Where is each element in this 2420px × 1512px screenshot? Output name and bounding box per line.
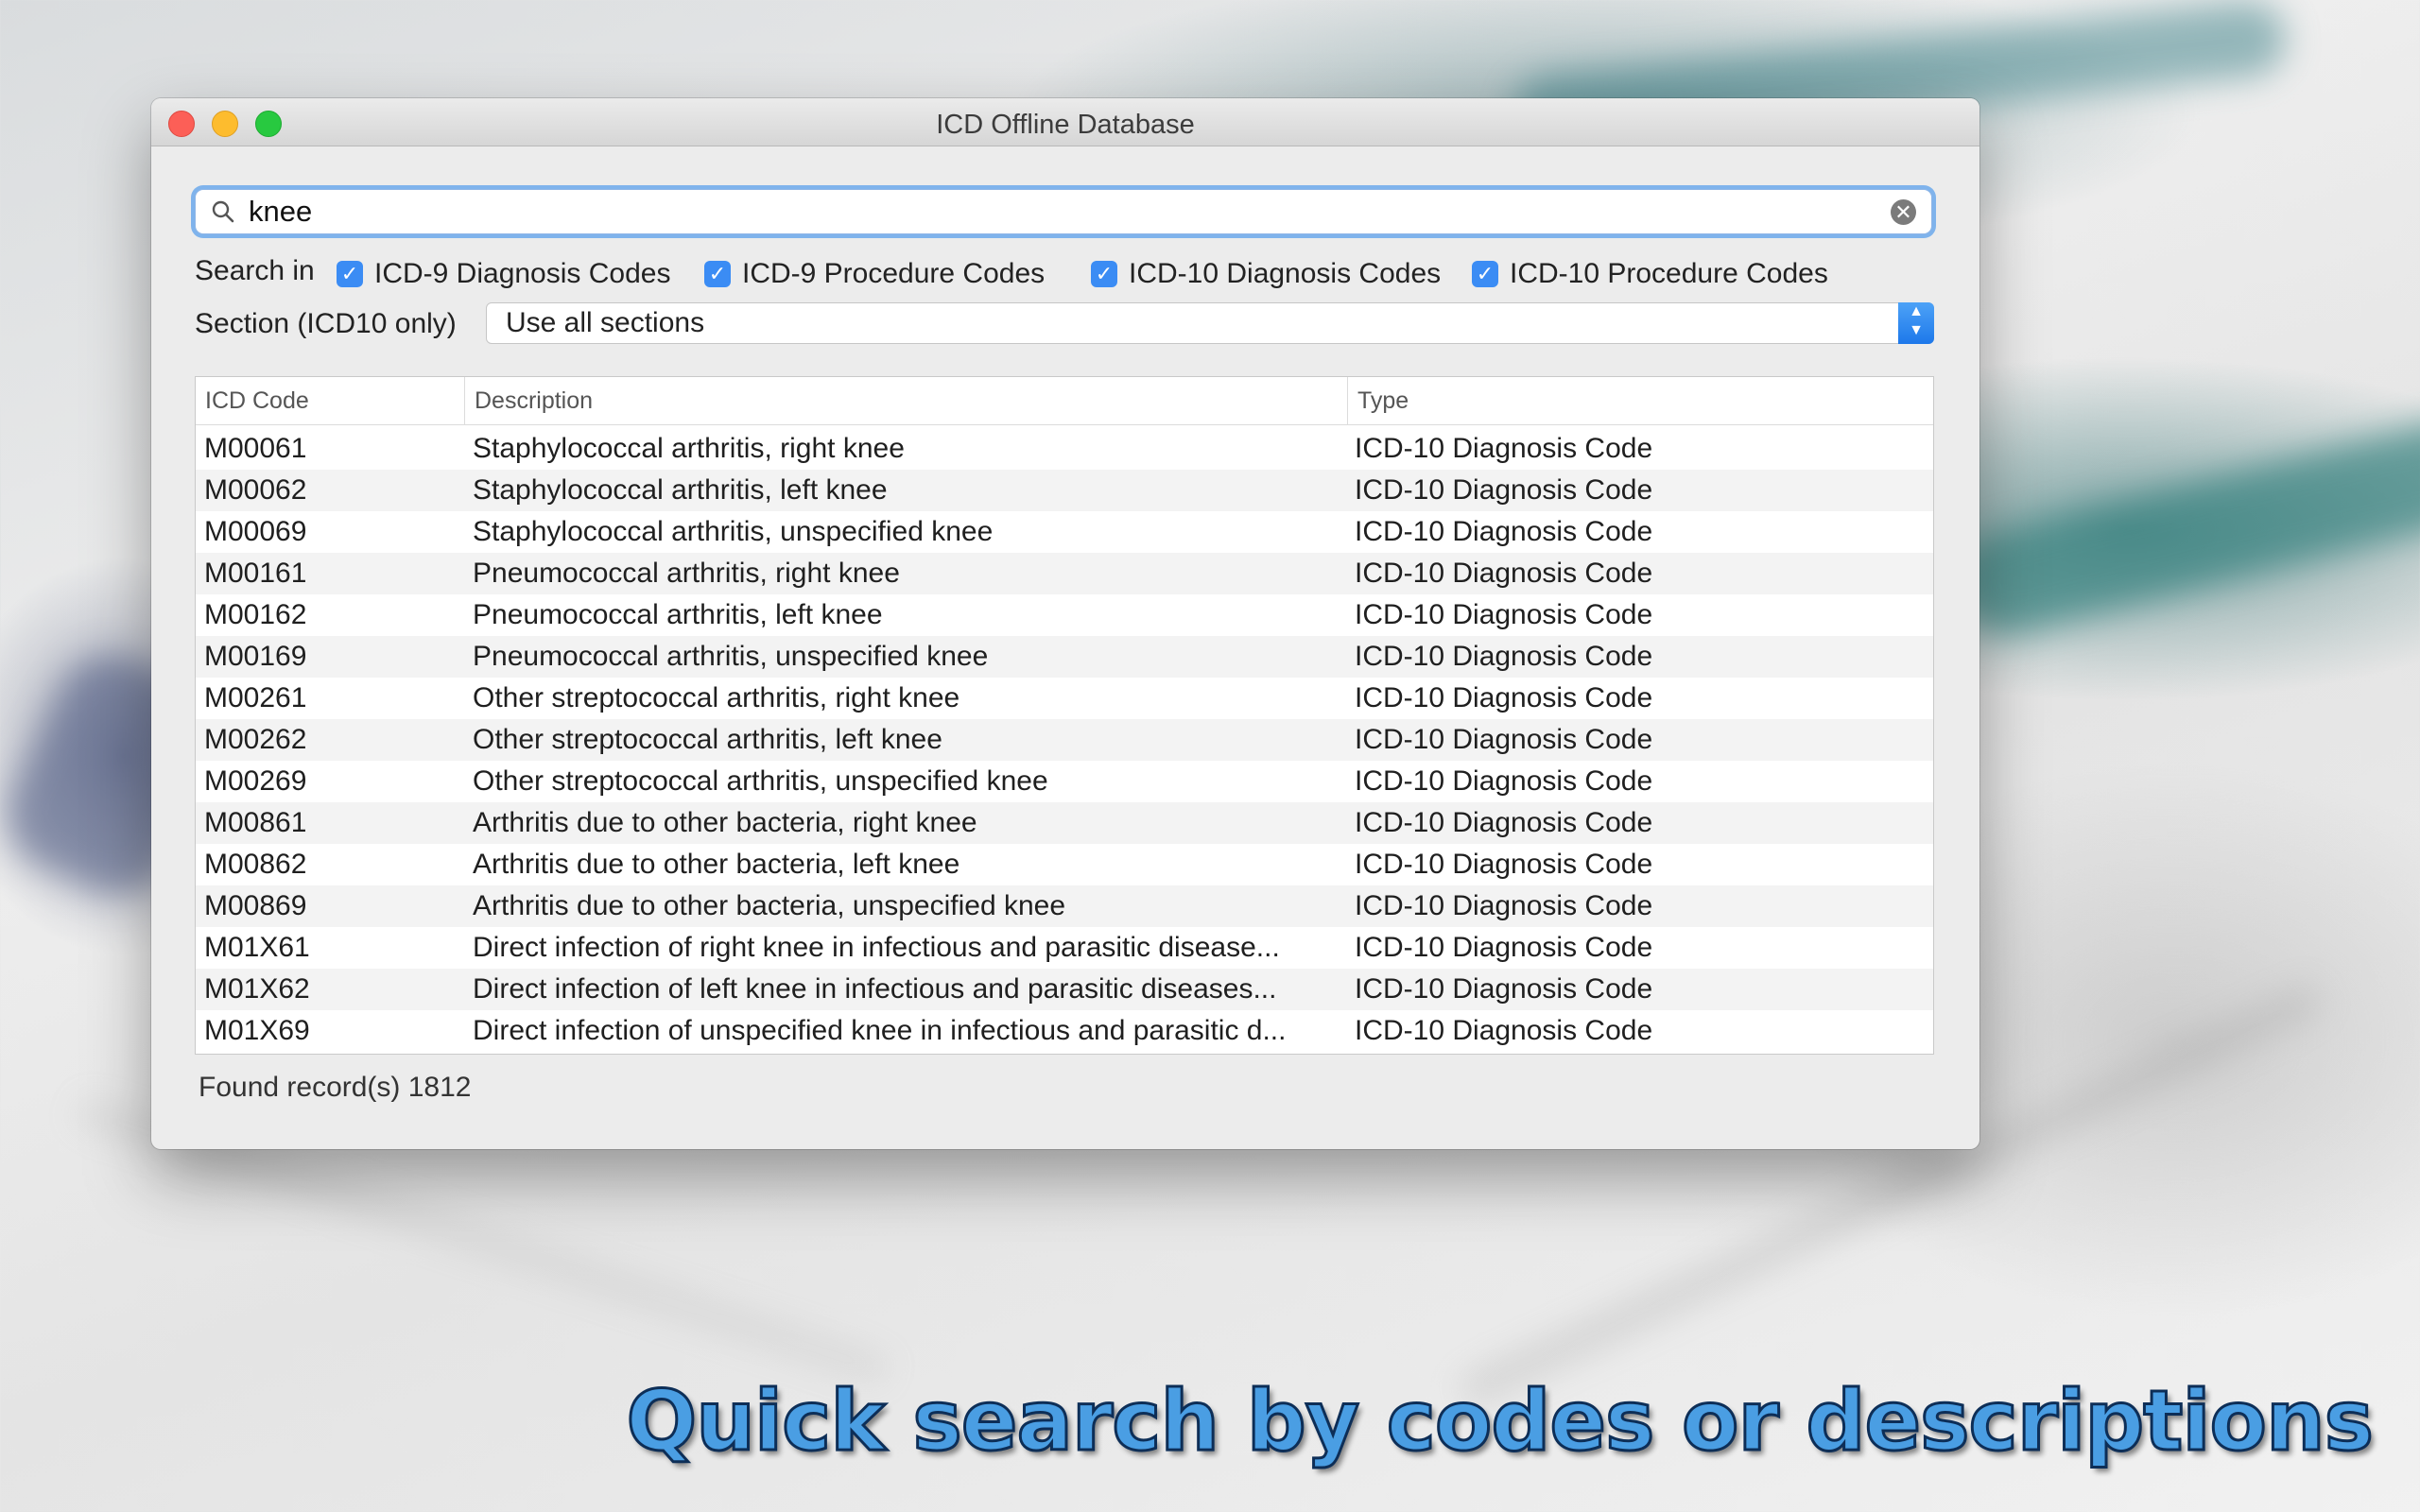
up-down-chevron-icon[interactable]: ▲ ▼: [1898, 302, 1934, 344]
description-cell: Direct infection of left knee in infecti…: [473, 973, 1277, 1005]
checkbox-label: ICD-10 Procedure Codes: [1510, 258, 1828, 289]
title-bar[interactable]: ICD Offline Database: [151, 98, 1979, 146]
checkbox-icd10-diagnosis[interactable]: ✓ ICD-10 Diagnosis Codes: [1091, 257, 1441, 291]
table-row[interactable]: M00262 Other streptococcal arthritis, lef…: [196, 719, 1933, 761]
table-row[interactable]: M00261 Other streptococcal arthritis, rig…: [196, 678, 1933, 719]
icd-code-cell: M00261: [204, 682, 307, 713]
icd-code-cell: M01X61: [204, 932, 310, 963]
table-row[interactable]: M00062 Staphylococcal arthritis, left kne…: [196, 470, 1933, 511]
checkmark-icon[interactable]: ✓: [1472, 261, 1498, 287]
background-decoration: [1943, 403, 2420, 646]
column-header-type[interactable]: Type: [1347, 377, 1933, 424]
type-cell: ICD-10 Diagnosis Code: [1355, 1015, 1653, 1046]
search-in-label: Search in: [195, 255, 315, 286]
table-row[interactable]: M00862 Arthritis due to other bacteria, l…: [196, 844, 1933, 885]
description-cell: Staphylococcal arthritis, left knee: [473, 474, 888, 506]
table-row[interactable]: M00061 Staphylococcal arthritis, right kn…: [196, 428, 1933, 470]
type-cell: ICD-10 Diagnosis Code: [1355, 849, 1653, 880]
icd-code-cell: M00161: [204, 558, 307, 589]
type-cell: ICD-10 Diagnosis Code: [1355, 765, 1653, 797]
type-cell: ICD-10 Diagnosis Code: [1355, 641, 1653, 672]
section-select[interactable]: Use all sections ▲ ▼: [486, 302, 1934, 344]
table-row[interactable]: M00069 Staphylococcal arthritis, unspecif…: [196, 511, 1933, 553]
type-cell: ICD-10 Diagnosis Code: [1355, 682, 1653, 713]
description-cell: Direct infection of right knee in infect…: [473, 932, 1280, 963]
icd-code-cell: M00269: [204, 765, 307, 797]
table-row[interactable]: M01X69 Direct infection of unspecified kn…: [196, 1010, 1933, 1052]
type-cell: ICD-10 Diagnosis Code: [1355, 516, 1653, 547]
type-cell: ICD-10 Diagnosis Code: [1355, 599, 1653, 630]
icd-code-cell: M00061: [204, 433, 307, 464]
type-cell: ICD-10 Diagnosis Code: [1355, 973, 1653, 1005]
icd-code-cell: M00169: [204, 641, 307, 672]
column-header-icd-code[interactable]: ICD Code: [196, 377, 464, 424]
column-header-description[interactable]: Description: [464, 377, 1347, 424]
search-field[interactable]: ✕: [195, 189, 1932, 234]
table-row[interactable]: M00162 Pneumococcal arthritis, left knee I…: [196, 594, 1933, 636]
promo-caption: Quick search by codes or descriptions: [625, 1371, 2376, 1471]
table-row[interactable]: M00269 Other streptococcal arthritis, uns…: [196, 761, 1933, 802]
icd-code-cell: M01X69: [204, 1015, 310, 1046]
results-table: ICD Code Description Type M00061 Staphylo…: [195, 376, 1934, 1055]
checkbox-icd10-procedure[interactable]: ✓ ICD-10 Procedure Codes: [1472, 257, 1828, 291]
search-icon: [212, 200, 234, 223]
icd-code-cell: M00162: [204, 599, 307, 630]
icd-code-cell: M00861: [204, 807, 307, 838]
type-cell: ICD-10 Diagnosis Code: [1355, 890, 1653, 921]
checkmark-icon[interactable]: ✓: [704, 261, 731, 287]
description-cell: Pneumococcal arthritis, unspecified knee: [473, 641, 989, 672]
table-row[interactable]: M00861 Arthritis due to other bacteria, r…: [196, 802, 1933, 844]
section-select-value: Use all sections: [506, 307, 705, 338]
checkbox-icd9-diagnosis[interactable]: ✓ ICD-9 Diagnosis Codes: [337, 257, 670, 291]
description-cell: Pneumococcal arthritis, right knee: [473, 558, 900, 589]
checkbox-label: ICD-9 Diagnosis Codes: [374, 258, 671, 289]
description-cell: Staphylococcal arthritis, right knee: [473, 433, 905, 464]
icd-code-cell: M00869: [204, 890, 307, 921]
table-row[interactable]: M01X61 Direct infection of right knee in …: [196, 927, 1933, 969]
checkbox-label: ICD-9 Procedure Codes: [742, 258, 1046, 289]
type-cell: ICD-10 Diagnosis Code: [1355, 558, 1653, 589]
clear-search-icon[interactable]: ✕: [1891, 199, 1916, 225]
type-cell: ICD-10 Diagnosis Code: [1355, 474, 1653, 506]
table-body: M00061 Staphylococcal arthritis, right kn…: [196, 428, 1933, 1052]
type-cell: ICD-10 Diagnosis Code: [1355, 932, 1653, 963]
table-row[interactable]: M00161 Pneumococcal arthritis, right knee…: [196, 553, 1933, 594]
checkbox-icd9-procedure[interactable]: ✓ ICD-9 Procedure Codes: [704, 257, 1045, 291]
checkmark-icon[interactable]: ✓: [337, 261, 363, 287]
section-label: Section (ICD10 only): [195, 308, 457, 339]
table-row[interactable]: M00869 Arthritis due to other bacteria, u…: [196, 885, 1933, 927]
description-cell: Other streptococcal arthritis, right kne…: [473, 682, 960, 713]
icd-code-cell: M00262: [204, 724, 307, 755]
found-records-status: Found record(s) 1812: [199, 1072, 472, 1103]
description-cell: Pneumococcal arthritis, left knee: [473, 599, 883, 630]
description-cell: Other streptococcal arthritis, left knee: [473, 724, 942, 755]
icd-code-cell: M01X62: [204, 973, 310, 1005]
type-cell: ICD-10 Diagnosis Code: [1355, 724, 1653, 755]
search-input[interactable]: [249, 190, 1856, 233]
icd-code-cell: M00062: [204, 474, 307, 506]
window-title: ICD Offline Database: [936, 110, 1195, 140]
table-header: ICD Code Description Type: [196, 377, 1933, 425]
description-cell: Other streptococcal arthritis, unspecifi…: [473, 765, 1048, 797]
description-cell: Arthritis due to other bacteria, left kn…: [473, 849, 960, 880]
type-cell: ICD-10 Diagnosis Code: [1355, 433, 1653, 464]
description-cell: Arthritis due to other bacteria, right k…: [473, 807, 977, 838]
table-row[interactable]: M01X62 Direct infection of left knee in i…: [196, 969, 1933, 1010]
table-row[interactable]: M00169 Pneumococcal arthritis, unspecifie…: [196, 636, 1933, 678]
app-window: ICD Offline Database ✕ Search in ✓ ICD-9…: [151, 98, 1979, 1149]
checkmark-icon[interactable]: ✓: [1091, 261, 1117, 287]
type-cell: ICD-10 Diagnosis Code: [1355, 807, 1653, 838]
description-cell: Direct infection of unspecified knee in …: [473, 1015, 1287, 1046]
icd-code-cell: M00862: [204, 849, 307, 880]
checkbox-label: ICD-10 Diagnosis Codes: [1129, 258, 1442, 289]
description-cell: Arthritis due to other bacteria, unspeci…: [473, 890, 1066, 921]
icd-code-cell: M00069: [204, 516, 307, 547]
description-cell: Staphylococcal arthritis, unspecified kn…: [473, 516, 994, 547]
